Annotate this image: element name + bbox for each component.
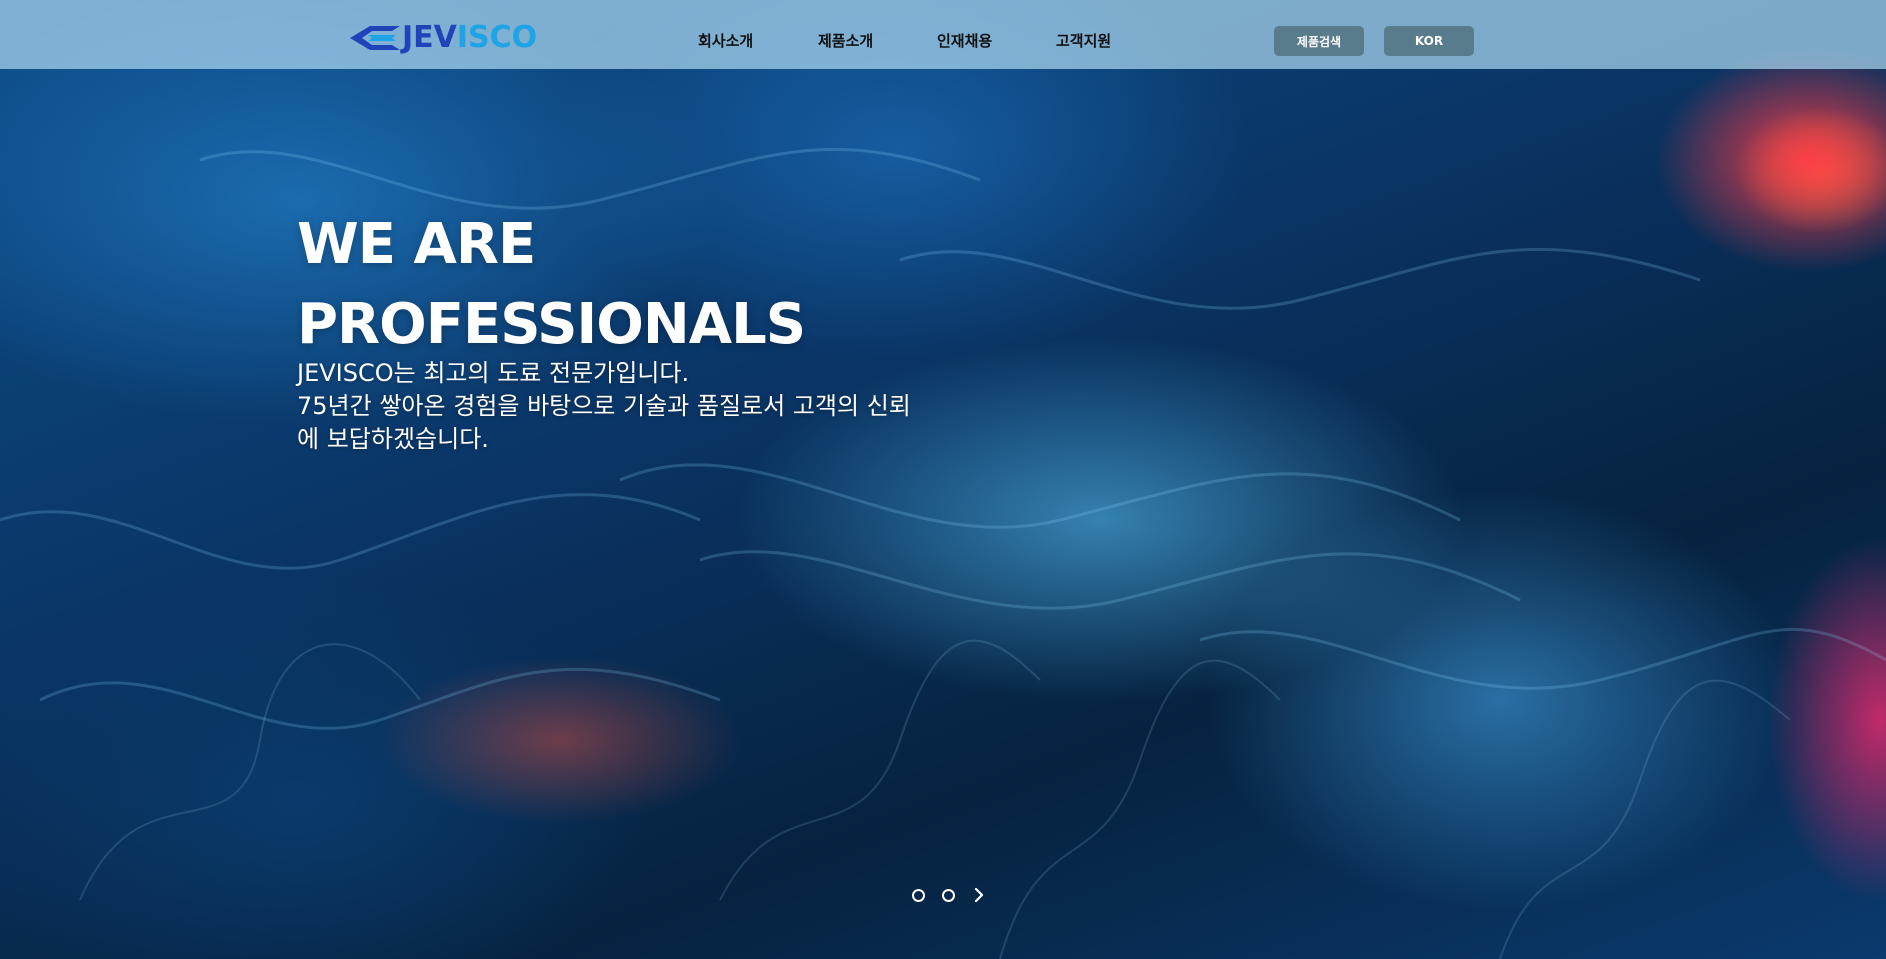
chevron-right-icon[interactable]: [970, 883, 988, 907]
logo-text-light: ISCO: [456, 20, 538, 55]
site-logo[interactable]: JEVISCO: [348, 22, 537, 54]
site-header: JEVISCO 회사소개 제품소개 인재채용 고객지원 제품검색 KOR: [0, 0, 1886, 69]
logo-text-dark: JEV: [402, 20, 457, 55]
hero-description-line-2: 75년간 쌓아온 경험을 바탕으로 기술과 품질로서 고객의 신뢰: [297, 392, 911, 420]
hero-description: JEVISCO는 최고의 도료 전문가입니다. 75년간 쌓아온 경험을 바탕으…: [297, 357, 997, 456]
hero-headline: WE ARE PROFESSIONALS: [297, 205, 806, 365]
nav-item-products[interactable]: 제품소개: [818, 30, 873, 51]
hero-background: [0, 0, 1886, 959]
logo-wordmark: JEVISCO: [402, 22, 537, 54]
language-button[interactable]: KOR: [1384, 26, 1474, 56]
nav-item-careers[interactable]: 인재채용: [937, 30, 992, 51]
product-search-button[interactable]: 제품검색: [1274, 26, 1364, 56]
hero-headline-line-2: PROFESSIONALS: [297, 292, 806, 357]
smoke-texture: [0, 147, 1886, 959]
nav-item-company[interactable]: 회사소개: [698, 30, 753, 51]
slider-dot-1[interactable]: [912, 889, 925, 902]
jevisco-logo-mark-icon: [350, 26, 400, 50]
hero-description-line-1: JEVISCO는 최고의 도료 전문가입니다.: [297, 359, 690, 387]
hero-description-line-3: 에 보답하겠습니다.: [297, 425, 489, 453]
nav-item-support[interactable]: 고객지원: [1056, 30, 1111, 51]
hero-headline-line-1: WE ARE: [297, 212, 536, 277]
slider-dot-2[interactable]: [942, 889, 955, 902]
